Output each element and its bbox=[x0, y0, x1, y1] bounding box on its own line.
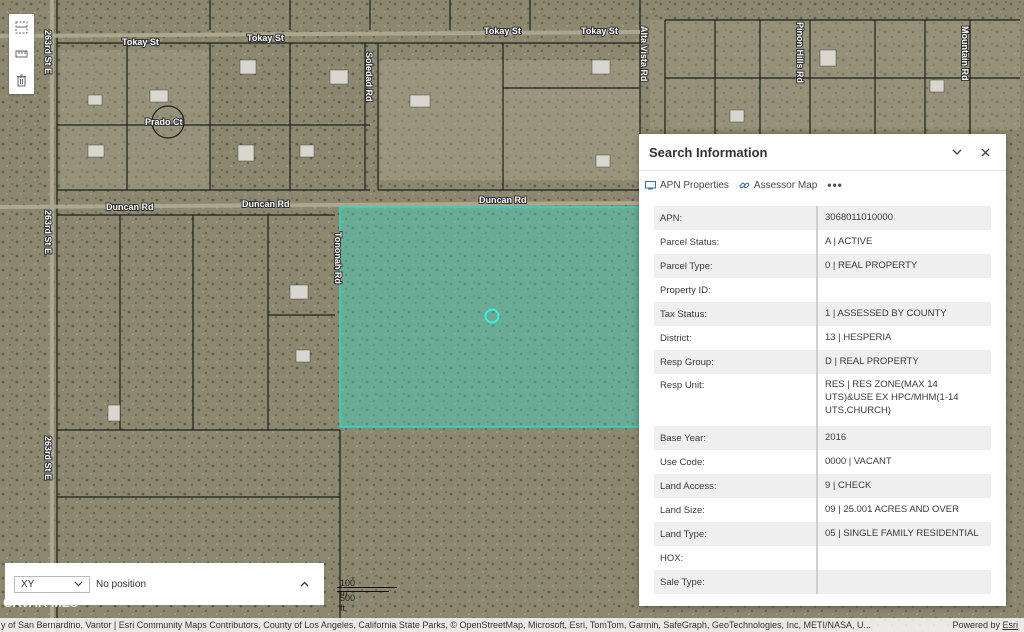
assessor-map-label: Assessor Map bbox=[753, 179, 818, 191]
attribute-value: 9 | CHECK bbox=[825, 479, 872, 491]
attribute-row: Resp Unit: RES | RES ZONE(MAX 14 UTS)&USE… bbox=[654, 374, 991, 426]
attribute-label: Resp Unit: bbox=[654, 374, 818, 426]
scale-line-imperial bbox=[337, 591, 389, 592]
road-label-duncan-rd: Duncan Rd bbox=[242, 199, 290, 209]
apn-properties-label: APN Properties bbox=[660, 179, 729, 191]
attribute-value: 13 | HESPERIA bbox=[825, 331, 892, 343]
measure-tool-icon[interactable] bbox=[13, 45, 31, 63]
attribute-label: Base Year: bbox=[654, 426, 818, 450]
attribute-value bbox=[818, 546, 991, 570]
assessor-map-button[interactable]: Assessor Map bbox=[739, 180, 817, 191]
attribute-row: APN: 3068011010000 bbox=[654, 206, 991, 230]
road-label-tokay-st: Tokay St bbox=[581, 26, 618, 36]
attribute-label: Parcel Status: bbox=[654, 230, 818, 254]
attribute-value: 0 | REAL PROPERTY bbox=[825, 259, 918, 271]
attribute-row: Base Year: 2016 bbox=[654, 426, 991, 450]
attribute-label: Land Size: bbox=[654, 498, 818, 522]
coordinate-position: No position bbox=[96, 578, 147, 590]
attribution-text: y of San Bernardino, Vantor | Esri Commu… bbox=[1, 620, 871, 630]
chevron-up-icon[interactable] bbox=[294, 574, 314, 594]
road-label-263rd-st-e: 263rd St E bbox=[43, 436, 53, 480]
panel-actions: APN Properties Assessor Map ••• bbox=[639, 171, 1006, 199]
monitor-icon bbox=[645, 180, 656, 190]
collapse-chevron-icon[interactable] bbox=[946, 141, 968, 163]
attribute-row: Resp Group: D | REAL PROPERTY bbox=[654, 350, 991, 374]
selected-parcel[interactable] bbox=[339, 206, 641, 428]
road-label-alta-vista-rd: Alta Vista Rd bbox=[639, 26, 649, 81]
road-label-tononah-rd: Tononah Rd bbox=[333, 232, 343, 284]
road-label-soledad-rd: Soledad Rd bbox=[364, 52, 374, 102]
scale-line-metric bbox=[337, 587, 397, 588]
scale-imperial: 500 ft bbox=[340, 593, 356, 613]
attribute-table: APN: 3068011010000 Parcel Status: A | ACTIV… bbox=[654, 206, 991, 594]
attribute-label: Parcel Type: bbox=[654, 254, 818, 278]
coordinate-format-value: XY bbox=[21, 578, 35, 590]
attribute-row: Property ID: bbox=[654, 278, 991, 302]
attribute-row: HOX: bbox=[654, 546, 991, 570]
attribute-label: Use Code: bbox=[654, 450, 818, 474]
attribute-value: 1 | ASSESSED BY COUNTY bbox=[825, 307, 947, 319]
road-label-prado-ct: Prado Ct bbox=[145, 117, 183, 127]
select-tool-icon[interactable] bbox=[13, 18, 31, 36]
map-toolbar bbox=[9, 14, 34, 94]
attribute-value: 2016 bbox=[825, 431, 847, 443]
apn-properties-button[interactable]: APN Properties bbox=[645, 180, 729, 191]
road-label-duncan-rd: Duncan Rd bbox=[106, 202, 154, 212]
attribute-value: A | ACTIVE bbox=[825, 235, 873, 247]
attribute-row: Parcel Status: A | ACTIVE bbox=[654, 230, 991, 254]
road-label-mountain-rd: Mountain Rd bbox=[960, 26, 970, 81]
attribute-value: 05 | SINGLE FAMILY RESIDENTIAL bbox=[825, 527, 979, 539]
panel-header: Search Information bbox=[639, 134, 1006, 171]
road-label-tokay-st: Tokay St bbox=[247, 33, 284, 43]
link-icon bbox=[739, 180, 750, 191]
attribution-bar: y of San Bernardino, Vantor | Esri Commu… bbox=[0, 618, 1024, 632]
attribute-row: Land Access: 9 | CHECK bbox=[654, 474, 991, 498]
road-label-duncan-rd: Duncan Rd bbox=[479, 195, 527, 205]
watermark: CAVAR MLS bbox=[3, 595, 79, 610]
road-label-263rd-st-e: 263rd St E bbox=[43, 210, 53, 254]
powered-by-label: Powered by bbox=[952, 620, 1000, 630]
chevron-down-icon bbox=[74, 581, 83, 587]
attribute-row: Tax Status: 1 | ASSESSED BY COUNTY bbox=[654, 302, 991, 326]
attribute-value: 3068011010000 bbox=[825, 211, 893, 223]
attribute-label: District: bbox=[654, 326, 818, 350]
attribute-value: RES | RES ZONE(MAX 14 UTS)&USE EX HPC/MH… bbox=[825, 379, 959, 416]
attribute-row: Use Code: 0000 | VACANT bbox=[654, 450, 991, 474]
attribute-row: District: 13 | HESPERIA bbox=[654, 326, 991, 350]
panel-title: Search Information bbox=[649, 144, 768, 160]
attribute-label: APN: bbox=[654, 206, 818, 230]
attribute-value bbox=[818, 570, 991, 594]
attribute-label: Property ID: bbox=[654, 278, 818, 302]
trash-icon[interactable] bbox=[13, 72, 31, 90]
road-label-tokay-st: Tokay St bbox=[484, 26, 521, 36]
attribute-row: Parcel Type: 0 | REAL PROPERTY bbox=[654, 254, 991, 278]
attribute-label: Sale Type: bbox=[654, 570, 818, 594]
esri-link[interactable]: Esri bbox=[1003, 620, 1019, 630]
road-label-pinon-hills-rd: Pinon Hills Rd bbox=[795, 22, 805, 83]
close-icon[interactable] bbox=[974, 141, 996, 163]
attribute-value bbox=[818, 278, 991, 302]
attribute-label: Resp Group: bbox=[654, 350, 818, 374]
attribute-label: Tax Status: bbox=[654, 302, 818, 326]
attribute-label: Land Type: bbox=[654, 522, 818, 546]
attribute-label: Land Access: bbox=[654, 474, 818, 498]
road-label-tokay-st: Tokay St bbox=[122, 37, 159, 47]
coordinate-format-select[interactable]: XY bbox=[14, 575, 90, 593]
attribute-row: Land Type: 05 | SINGLE FAMILY RESIDENTIAL bbox=[654, 522, 991, 546]
attribute-label: HOX: bbox=[654, 546, 818, 570]
more-actions-button[interactable]: ••• bbox=[827, 178, 843, 192]
attribute-value: 09 | 25.001 ACRES AND OVER bbox=[825, 503, 959, 515]
attribute-row: Sale Type: bbox=[654, 570, 991, 594]
road-label-263rd-st-e: 263rd St E bbox=[43, 30, 53, 74]
attribute-value: D | REAL PROPERTY bbox=[825, 355, 919, 367]
attribute-row: Land Size: 09 | 25.001 ACRES AND OVER bbox=[654, 498, 991, 522]
attribute-value: 0000 | VACANT bbox=[825, 455, 892, 467]
powered-by: Powered by Esri bbox=[944, 620, 1024, 630]
search-information-panel: Search Information APN Properties Assess… bbox=[639, 134, 1006, 606]
